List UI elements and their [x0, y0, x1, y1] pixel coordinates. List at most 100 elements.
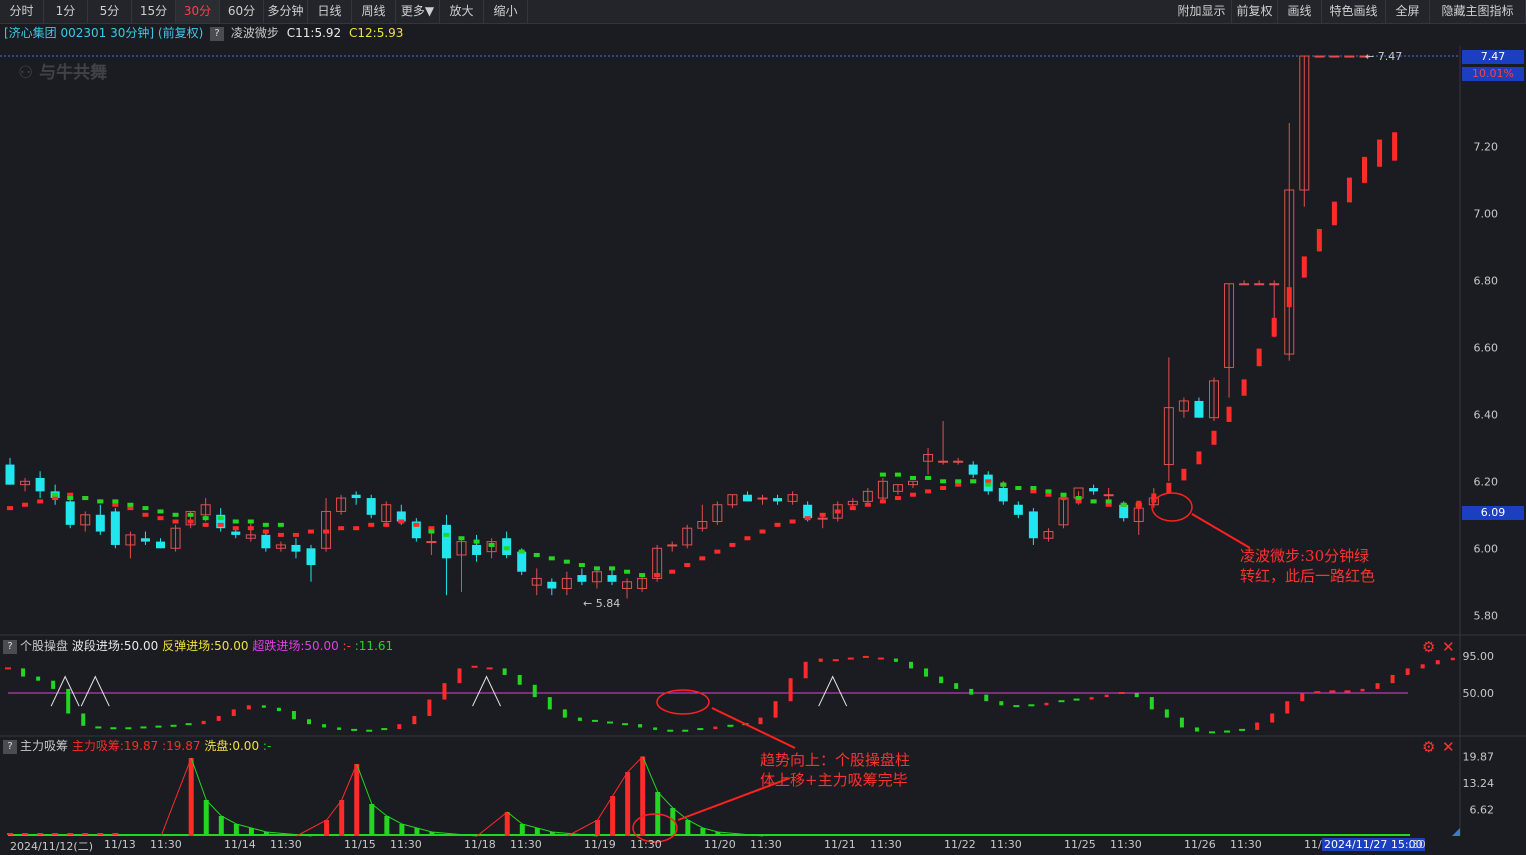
indicator-dash	[789, 519, 796, 524]
panel1-dash	[847, 657, 854, 660]
indicator-dash	[699, 556, 706, 561]
low-annotation: ← 5.84	[583, 597, 620, 610]
panel1-dash	[1073, 698, 1080, 701]
panel1-bar	[412, 715, 417, 725]
candle	[622, 578, 633, 599]
panel1-dash	[607, 721, 613, 724]
indicator-dash	[940, 479, 947, 484]
indicator-bar	[1271, 317, 1277, 337]
candle	[170, 524, 181, 552]
panel1-dash	[1314, 691, 1321, 694]
x-axis-label: 11:30	[150, 838, 182, 851]
candle	[261, 531, 271, 552]
panel1-p3: 超跌进场:50.00	[252, 639, 339, 653]
panel1-bar	[81, 713, 86, 726]
indicator-dash	[1015, 486, 1022, 491]
candle	[561, 571, 572, 596]
candle	[426, 531, 437, 555]
candle	[1103, 488, 1114, 502]
panel1-gear-icon[interactable]: ⚙	[1422, 638, 1435, 656]
help-icon[interactable]: ?	[3, 639, 17, 654]
bull-logo-icon: ⚇	[18, 63, 40, 83]
panel1-y-label: 95.00	[1463, 650, 1495, 663]
candle	[1239, 280, 1250, 286]
indicator-dash	[157, 516, 164, 521]
panel1-bar	[1255, 722, 1260, 730]
indicator-dash	[277, 522, 284, 527]
indicator-dash	[202, 522, 209, 527]
main-y-label: 6.60	[1474, 341, 1499, 354]
candle-body	[742, 494, 752, 502]
panel1-bar	[231, 709, 236, 716]
panel1-bar	[803, 661, 808, 679]
indicator-dash	[910, 475, 916, 480]
indicator-dash	[1105, 499, 1112, 504]
indicator-dash	[684, 563, 691, 568]
x-axis-label: 11:30	[630, 838, 662, 851]
candle-body	[366, 498, 376, 515]
indicator-dash	[398, 519, 405, 524]
candle	[472, 534, 482, 562]
indicator-dash	[925, 489, 932, 494]
panel2-base-dash	[37, 833, 44, 835]
panel1-bar	[969, 688, 974, 695]
panel2-bar	[685, 820, 691, 836]
indicator-dash	[262, 522, 269, 527]
panel2-bar	[324, 820, 330, 836]
candle	[140, 531, 150, 545]
panel2-close-icon[interactable]: ✕	[1442, 738, 1455, 756]
panel1-bar	[397, 724, 402, 730]
callout-arrow-main	[1191, 513, 1251, 549]
x-axis-label: 11:30	[510, 838, 542, 851]
candle-body	[953, 460, 964, 463]
indicator-dash	[894, 472, 901, 477]
indicator-dash	[353, 526, 360, 531]
indicator-dash	[910, 492, 916, 497]
candle	[156, 538, 165, 549]
panel1-dash	[1118, 692, 1125, 694]
candle	[321, 498, 332, 552]
indicator-dash	[609, 566, 615, 571]
indicator-dash	[1045, 489, 1052, 494]
indicator-dash	[383, 522, 390, 527]
panel1-bar	[638, 724, 643, 728]
kline-chart[interactable]: 7.20 7.00 6.80 6.60 6.40 6.20 6.00 5.80 95.00 50…	[0, 0, 1526, 855]
candle	[1133, 504, 1144, 535]
x-axis-label: 11:30	[990, 838, 1022, 851]
panel1-dash	[125, 727, 132, 730]
panel1-bar	[909, 661, 913, 669]
panel1-triangle-mark	[80, 675, 110, 707]
panel2-gear-icon[interactable]: ⚙	[1422, 738, 1435, 756]
candle	[306, 544, 316, 582]
candle-body	[1344, 55, 1355, 58]
x-axis-label: 11/18	[464, 838, 496, 851]
candle-body	[65, 501, 75, 525]
candle	[1013, 501, 1023, 519]
panel1-bar	[246, 705, 251, 710]
candle	[757, 494, 768, 505]
candle-body	[968, 464, 978, 475]
panel2-bar	[369, 804, 375, 836]
indicator-dash	[563, 559, 570, 564]
panel2-bar	[625, 772, 631, 836]
panel2-p4: :-	[262, 739, 272, 753]
indicator-dash	[593, 566, 600, 571]
help-icon[interactable]: ?	[3, 739, 17, 754]
candle	[456, 538, 467, 592]
indicator-dash	[654, 573, 661, 578]
panel1-dash	[366, 729, 373, 732]
candle	[1209, 377, 1219, 422]
panel1-bar	[502, 668, 507, 675]
panel1-close-icon[interactable]: ✕	[1442, 638, 1455, 656]
candle	[441, 514, 451, 596]
watermark-text: 与牛共舞	[39, 63, 108, 83]
panel2-bar	[414, 828, 420, 836]
candle	[486, 538, 497, 559]
candle-body	[426, 541, 437, 544]
candle	[381, 501, 392, 525]
candle	[5, 457, 15, 485]
callout-arrow-panel1	[711, 707, 796, 749]
indicator-dash	[639, 573, 646, 578]
panel2-base-dash	[67, 833, 74, 835]
candle-body	[1089, 488, 1099, 492]
